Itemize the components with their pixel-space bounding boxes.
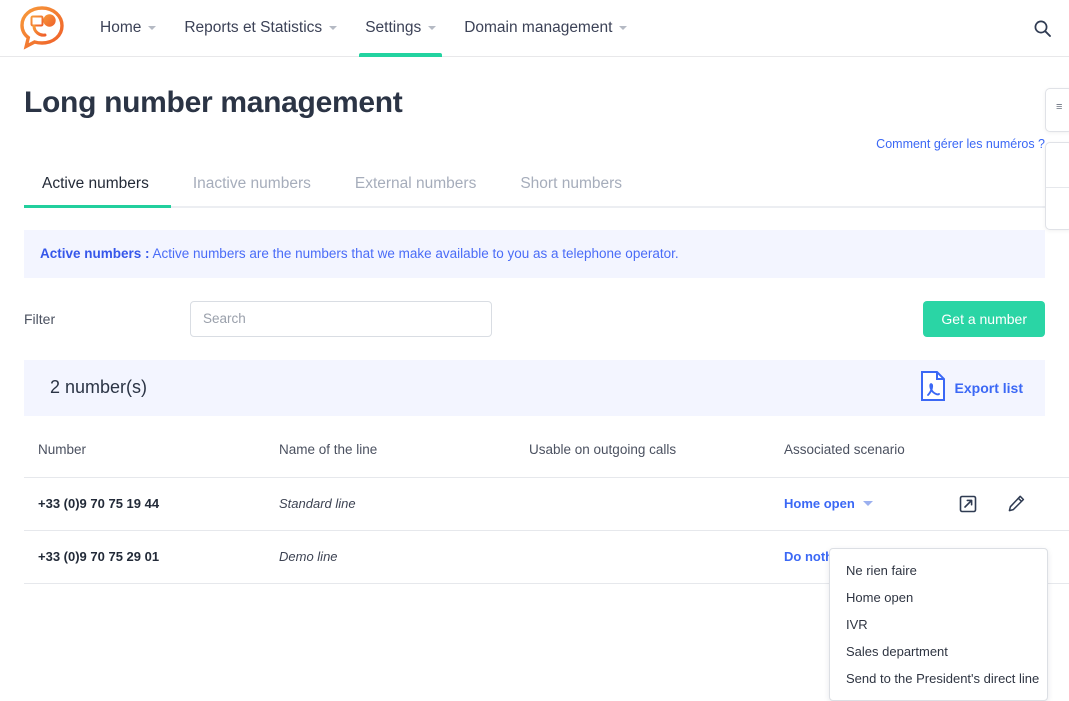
search-input[interactable] xyxy=(190,300,492,337)
search-icon[interactable] xyxy=(1027,13,1057,43)
info-banner-text: Active numbers are the numbers that we m… xyxy=(149,246,679,261)
top-navigation-bar: Home Reports et Statistics Settings Doma… xyxy=(0,0,1069,57)
page-title: Long number management xyxy=(24,86,403,119)
cell-usable-outgoing xyxy=(529,530,784,584)
telephony-logo[interactable] xyxy=(18,4,66,52)
results-count: 2 number(s) xyxy=(50,377,148,398)
cell-scenario: Home open xyxy=(784,477,954,531)
cell-line-name: Standard line xyxy=(279,477,529,531)
dropdown-option-send-to-president[interactable]: Send to the President's direct line xyxy=(830,665,1047,692)
tab-bar: Active numbers Inactive numbers External… xyxy=(24,167,1045,208)
nav-item-home[interactable]: Home xyxy=(86,0,170,57)
table-row: +33 (0)9 70 75 19 44 Standard line Home … xyxy=(24,477,1069,531)
column-header-actions xyxy=(954,431,1069,478)
nav-item-domain-management[interactable]: Domain management xyxy=(450,0,641,57)
tab-label: Inactive numbers xyxy=(192,175,311,192)
nav-item-label: Settings xyxy=(365,19,422,36)
chevron-down-icon xyxy=(619,26,628,30)
dropdown-option-home-open[interactable]: Home open xyxy=(830,584,1047,611)
edge-floating-panel-top[interactable]: ≡ xyxy=(1045,88,1069,132)
pdf-file-icon xyxy=(919,370,947,405)
chevron-down-icon xyxy=(428,26,437,30)
main-menu: Home Reports et Statistics Settings Doma… xyxy=(86,0,641,57)
column-header-number: Number xyxy=(24,431,279,478)
info-banner: Active numbers : Active numbers are the … xyxy=(24,230,1045,278)
scenario-value: Home open xyxy=(784,496,855,512)
cell-line-name: Demo line xyxy=(279,530,529,584)
chevron-down-icon xyxy=(148,26,157,30)
column-header-outgoing: Usable on outgoing calls xyxy=(529,431,784,478)
cell-number: +33 (0)9 70 75 29 01 xyxy=(24,530,279,584)
scenario-dropdown-trigger[interactable]: Home open xyxy=(784,496,873,511)
dropdown-option-sales-department[interactable]: Sales department xyxy=(830,638,1047,665)
nav-item-settings[interactable]: Settings xyxy=(351,0,450,57)
info-banner-title: Active numbers : xyxy=(40,246,150,261)
column-header-line-name: Name of the line xyxy=(279,431,529,478)
dropdown-option-ne-rien-faire[interactable]: Ne rien faire xyxy=(830,557,1047,584)
help-link-row: Comment gérer les numéros ? xyxy=(24,135,1045,153)
nav-item-label: Reports et Statistics xyxy=(184,19,323,36)
get-a-number-button[interactable]: Get a number xyxy=(923,300,1045,337)
cell-actions xyxy=(954,477,1069,531)
external-link-icon[interactable] xyxy=(958,494,978,514)
filter-row: Filter Get a number xyxy=(24,300,1045,338)
tab-label: Short numbers xyxy=(520,175,623,192)
tab-label: External numbers xyxy=(354,175,477,192)
chevron-down-icon xyxy=(862,501,873,507)
row-actions xyxy=(954,494,1069,514)
tab-label: Active numbers xyxy=(42,175,149,192)
tab-short-numbers[interactable]: Short numbers xyxy=(498,167,644,206)
tab-inactive-numbers[interactable]: Inactive numbers xyxy=(171,167,333,206)
edge-floating-panel-bottom[interactable] xyxy=(1045,142,1069,230)
table-head: Number Name of the line Usable on outgoi… xyxy=(24,431,1069,478)
filter-label: Filter xyxy=(24,310,56,327)
export-list-button[interactable]: Export list xyxy=(919,370,1023,405)
chevron-down-icon xyxy=(329,26,338,30)
scenario-dropdown-menu: Ne rien faire Home open IVR Sales depart… xyxy=(829,548,1048,701)
edit-pencil-icon[interactable] xyxy=(1006,494,1026,514)
tab-active-numbers[interactable]: Active numbers xyxy=(24,167,171,208)
nav-item-reports-et-statistics[interactable]: Reports et Statistics xyxy=(170,0,351,57)
panel-divider xyxy=(1046,187,1069,188)
nav-item-label: Home xyxy=(100,19,142,36)
results-count-bar: 2 number(s) Export list xyxy=(24,359,1045,416)
panel-glyph-icon: ≡ xyxy=(1056,101,1063,113)
page-content: Long number management Comment gérer les… xyxy=(0,85,1069,584)
tab-external-numbers[interactable]: External numbers xyxy=(333,167,498,206)
export-list-label: Export list xyxy=(954,379,1023,396)
help-link[interactable]: Comment gérer les numéros ? xyxy=(876,137,1045,151)
nav-item-label: Domain management xyxy=(464,19,613,36)
table-header-row: Number Name of the line Usable on outgoi… xyxy=(24,431,1069,478)
cell-number: +33 (0)9 70 75 19 44 xyxy=(24,477,279,531)
cell-usable-outgoing xyxy=(529,477,784,531)
dropdown-option-ivr[interactable]: IVR xyxy=(830,611,1047,638)
column-header-scenario: Associated scenario xyxy=(784,431,954,478)
